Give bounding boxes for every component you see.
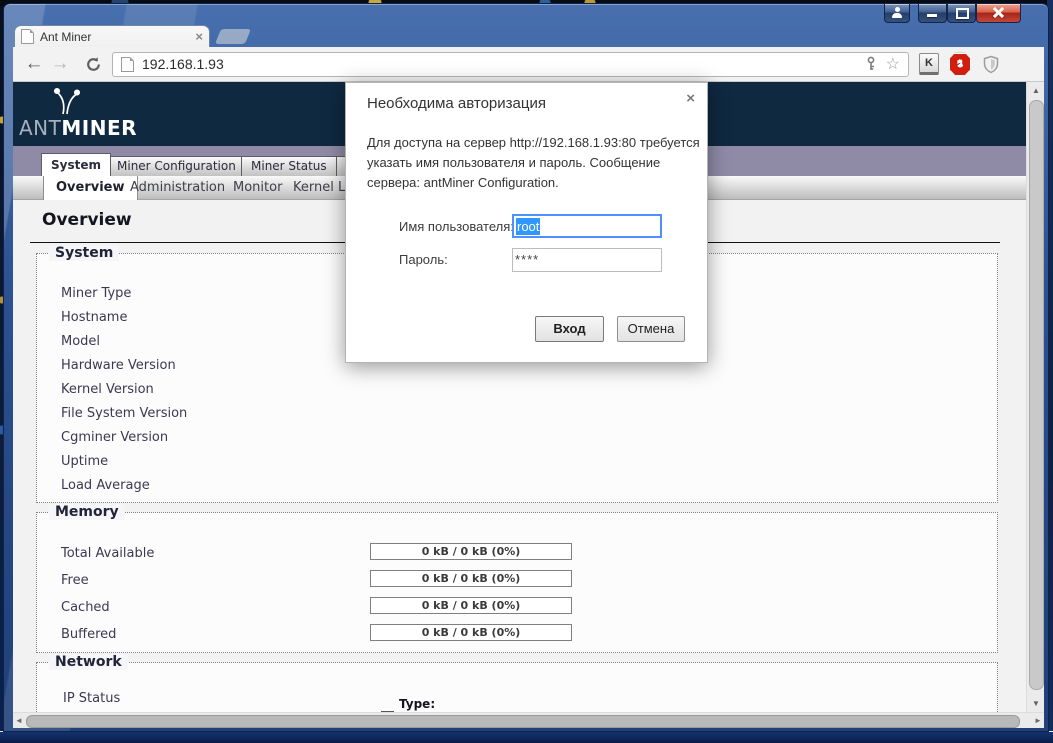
horizontal-scrollbar[interactable]: ◄ ►: [13, 712, 1044, 728]
antminer-logo: ANTMINER: [19, 116, 137, 140]
password-field[interactable]: ****: [512, 248, 662, 272]
vertical-scrollbar[interactable]: ▲ ▼: [1026, 82, 1044, 712]
dialog-close-icon[interactable]: ×: [686, 90, 695, 107]
ant-antennae-icon: [51, 85, 81, 115]
password-label: Пароль:: [399, 252, 448, 267]
tab-miner-status[interactable]: Miner Status: [241, 156, 337, 176]
memory-progress-bar: 0 kB / 0 kB (0%): [370, 543, 572, 560]
memory-progress-bar: 0 kB / 0 kB (0%): [370, 624, 572, 641]
desktop: Ant Miner × ← → 192.168.1.93: [0, 0, 1053, 743]
type-label: Type:: [399, 697, 435, 711]
browser-tab[interactable]: Ant Miner ×: [14, 25, 210, 47]
system-item: Model: [61, 334, 100, 349]
system-item: Kernel Version: [61, 382, 154, 397]
window-caption-buttons: [884, 4, 1021, 23]
ip-status-label: IP Status: [63, 691, 120, 706]
stop-hand-icon: [949, 53, 971, 76]
subtab-administration[interactable]: Administration: [130, 176, 225, 200]
back-button[interactable]: ←: [21, 51, 47, 77]
memory-row-label: Free: [61, 573, 89, 588]
dialog-body-text: Для доступа на сервер http://192.168.1.9…: [367, 133, 701, 193]
scroll-up-icon[interactable]: ▲: [1027, 82, 1045, 99]
tab-close-icon[interactable]: ×: [195, 30, 203, 43]
new-tab-button[interactable]: [215, 29, 251, 44]
reload-icon: [85, 56, 102, 73]
close-window-button[interactable]: [976, 4, 1021, 23]
dialog-title: Необходима авторизация: [367, 95, 546, 112]
scroll-right-icon[interactable]: ►: [1032, 713, 1044, 729]
memory-row-label: Buffered: [61, 627, 116, 642]
system-item: Load Average: [61, 478, 150, 493]
login-button[interactable]: Вход: [535, 316, 604, 342]
auth-dialog: Необходима авторизация × Для доступа на …: [345, 82, 708, 363]
subtab-monitor[interactable]: Monitor: [233, 176, 282, 200]
system-item: File System Version: [61, 406, 187, 421]
browser-toolbar: ← → 192.168.1.93 ☆: [13, 47, 1044, 82]
shield-extension-button[interactable]: [980, 53, 1002, 75]
maximize-button[interactable]: [947, 4, 976, 23]
key-icon[interactable]: [864, 56, 878, 72]
horizontal-scroll-thumb[interactable]: [26, 715, 1020, 728]
network-section: Network IP Status Type:: [36, 662, 998, 712]
logo-miner: MINER: [61, 116, 137, 140]
memory-progress-bar: 0 kB / 0 kB (0%): [370, 597, 572, 614]
memory-row-label: Cached: [61, 600, 110, 615]
profile-button[interactable]: [884, 4, 910, 23]
cancel-button[interactable]: Отмена: [617, 316, 685, 342]
system-item: Miner Type: [61, 286, 131, 301]
tab-system[interactable]: System: [41, 153, 111, 176]
system-item: Hostname: [61, 310, 127, 325]
document-icon: [121, 57, 134, 72]
adblock-extension-button[interactable]: [949, 53, 971, 75]
reload-button[interactable]: [82, 53, 104, 75]
subtab-overview[interactable]: Overview: [43, 176, 138, 200]
system-item: Uptime: [61, 454, 108, 469]
system-section-title: System: [49, 245, 119, 261]
memory-progress-bar: 0 kB / 0 kB (0%): [370, 570, 572, 587]
memory-section-title: Memory: [49, 504, 125, 520]
vertical-scroll-thumb[interactable]: [1029, 100, 1044, 690]
system-item: Cgminer Version: [61, 430, 168, 445]
minimize-icon: [927, 14, 937, 17]
network-section-title: Network: [49, 654, 128, 670]
minimize-button[interactable]: [918, 4, 947, 23]
desktop-bottom-strip: [0, 731, 1053, 743]
keyboard-extension-button[interactable]: K: [918, 53, 940, 75]
k-extension-icon: K: [919, 53, 939, 75]
scroll-left-icon[interactable]: ◄: [13, 713, 25, 729]
address-bar[interactable]: 192.168.1.93 ☆: [112, 52, 909, 77]
memory-section: Memory Total Available 0 kB / 0 kB (0%) …: [36, 512, 998, 653]
url-text[interactable]: 192.168.1.93: [142, 56, 864, 72]
shield-icon: [982, 55, 1000, 74]
person-icon: [892, 7, 902, 17]
maximize-icon: [956, 8, 969, 19]
username-value: root: [516, 218, 540, 235]
system-item: Hardware Version: [61, 358, 176, 373]
tab-title: Ant Miner: [40, 30, 195, 44]
menu-button[interactable]: [1011, 57, 1029, 71]
memory-row-label: Total Available: [61, 546, 154, 561]
page-title: Overview: [42, 210, 132, 230]
page-favicon-icon: [21, 29, 34, 44]
scroll-down-icon[interactable]: ▼: [1027, 695, 1045, 712]
username-field[interactable]: root: [512, 214, 662, 238]
forward-button[interactable]: →: [47, 51, 73, 77]
close-icon: [993, 7, 1004, 18]
username-label: Имя пользователя:: [399, 219, 514, 234]
tab-miner-configuration[interactable]: Miner Configuration: [107, 156, 246, 176]
logo-ant: ANT: [19, 116, 61, 140]
bookmark-star-icon[interactable]: ☆: [886, 54, 900, 74]
